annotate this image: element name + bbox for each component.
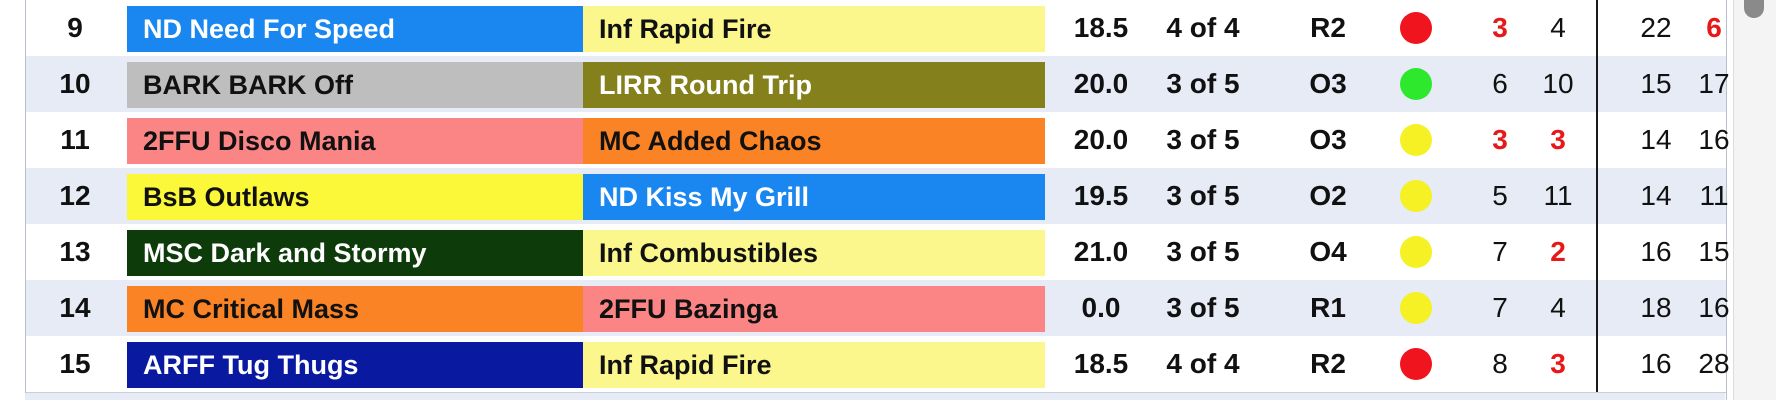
team-1-cell: ARFF Tug Thugs (127, 342, 583, 388)
row-number: 13 (59, 236, 91, 267)
column-divider (1596, 280, 1598, 336)
team-1-cell: 2FFU Disco Mania (127, 118, 583, 164)
table-row[interactable]: 15 ARFF Tug Thugs Inf Rapid Fire 18.5 4 … (26, 336, 1730, 393)
stat-2-cell: 10 (1542, 68, 1574, 99)
team-2-cell: MC Added Chaos (583, 118, 1045, 164)
stat-1-cell: 7 (1492, 292, 1508, 323)
team-2-cell: Inf Rapid Fire (583, 6, 1045, 52)
stat-1-cell: 3 (1492, 124, 1508, 155)
stat-1-cell: 7 (1492, 236, 1508, 267)
score-cell: 0.0 (1081, 292, 1121, 323)
status-dot-icon (1400, 180, 1432, 212)
team-2-cell: Inf Combustibles (583, 230, 1045, 276)
stat-3-cell: 22 (1640, 12, 1672, 43)
status-cell (1386, 224, 1446, 280)
record-cell: 4 of 4 (1166, 348, 1240, 379)
stat-3-cell: 18 (1640, 292, 1672, 323)
score-cell: 18.5 (1073, 348, 1129, 379)
status-dot-icon (1400, 292, 1432, 324)
class-cell: O2 (1309, 180, 1347, 211)
status-cell (1386, 280, 1446, 336)
row-number: 10 (59, 68, 91, 99)
team-1-cell: BsB Outlaws (127, 174, 583, 220)
row-number: 12 (59, 180, 91, 211)
status-cell (1386, 56, 1446, 112)
next-row-edge (25, 393, 1725, 400)
stat-1-cell: 8 (1492, 348, 1508, 379)
class-cell: O3 (1309, 68, 1347, 99)
stat-3-cell: 14 (1640, 124, 1672, 155)
stat-3-cell: 14 (1640, 180, 1672, 211)
stat-2-cell: 2 (1550, 236, 1566, 267)
team-2-cell: Inf Rapid Fire (583, 342, 1045, 388)
table-row[interactable]: 9 ND Need For Speed Inf Rapid Fire 18.5 … (26, 0, 1726, 57)
status-cell (1386, 168, 1446, 224)
class-cell: R2 (1310, 348, 1346, 379)
status-dot-icon (1400, 124, 1432, 156)
stat-1-cell: 6 (1492, 68, 1508, 99)
status-cell (1386, 336, 1446, 392)
stat-3-cell: 15 (1640, 68, 1672, 99)
class-cell: O4 (1309, 236, 1347, 267)
status-cell (1386, 112, 1446, 168)
record-cell: 3 of 5 (1166, 236, 1240, 267)
table-row[interactable]: 13 MSC Dark and Stormy Inf Combustibles … (26, 224, 1730, 281)
stat-2-cell: 4 (1550, 12, 1566, 43)
score-cell: 18.5 (1073, 12, 1129, 43)
record-cell: 3 of 5 (1166, 68, 1240, 99)
stat-3-cell: 16 (1640, 348, 1672, 379)
class-cell: R2 (1310, 12, 1346, 43)
stat-2-cell: 3 (1550, 124, 1566, 155)
table-row[interactable]: 10 BARK BARK Off LIRR Round Trip 20.0 3 … (26, 56, 1730, 113)
column-divider (1596, 336, 1598, 392)
team-2-cell: LIRR Round Trip (583, 62, 1045, 108)
team-2-cell: 2FFU Bazinga (583, 286, 1045, 332)
row-number: 9 (67, 12, 83, 43)
stat-2-cell: 3 (1550, 348, 1566, 379)
score-cell: 19.5 (1073, 180, 1129, 211)
row-number: 15 (59, 348, 91, 379)
team-1-cell: MC Critical Mass (127, 286, 583, 332)
column-divider (1596, 56, 1598, 112)
stat-2-cell: 11 (1543, 180, 1573, 211)
column-divider (1596, 168, 1598, 224)
class-cell: O3 (1309, 124, 1347, 155)
status-dot-icon (1400, 236, 1432, 268)
status-dot-icon (1400, 68, 1432, 100)
table-row[interactable]: 14 MC Critical Mass 2FFU Bazinga 0.0 3 o… (26, 280, 1730, 337)
stat-1-cell: 5 (1492, 180, 1508, 211)
team-2-cell: ND Kiss My Grill (583, 174, 1045, 220)
team-1-cell: ND Need For Speed (127, 6, 583, 52)
score-cell: 21.0 (1073, 236, 1129, 267)
record-cell: 3 of 5 (1166, 124, 1240, 155)
record-cell: 3 of 5 (1166, 180, 1240, 211)
status-cell (1386, 0, 1446, 56)
status-dot-icon (1400, 348, 1432, 380)
row-number: 11 (60, 124, 90, 155)
table-row[interactable]: 12 BsB Outlaws ND Kiss My Grill 19.5 3 o… (26, 168, 1729, 225)
stat-2-cell: 4 (1550, 292, 1566, 323)
standings-table: 9 ND Need For Speed Inf Rapid Fire 18.5 … (25, 0, 1730, 400)
score-cell: 20.0 (1073, 68, 1129, 99)
record-cell: 3 of 5 (1166, 292, 1240, 323)
column-divider (1596, 0, 1598, 56)
scrollbar[interactable] (1733, 0, 1776, 400)
table-row[interactable]: 11 2FFU Disco Mania MC Added Chaos 20.0 … (26, 112, 1730, 169)
team-1-cell: BARK BARK Off (127, 62, 583, 108)
row-number: 14 (59, 292, 91, 323)
record-cell: 4 of 4 (1166, 12, 1240, 43)
score-cell: 20.0 (1073, 124, 1129, 155)
class-cell: R1 (1310, 292, 1346, 323)
column-divider (1596, 112, 1598, 168)
stat-1-cell: 3 (1492, 12, 1508, 43)
status-dot-icon (1400, 12, 1432, 44)
stat-3-cell: 16 (1640, 236, 1672, 267)
team-1-cell: MSC Dark and Stormy (127, 230, 583, 276)
column-divider (1596, 224, 1598, 280)
